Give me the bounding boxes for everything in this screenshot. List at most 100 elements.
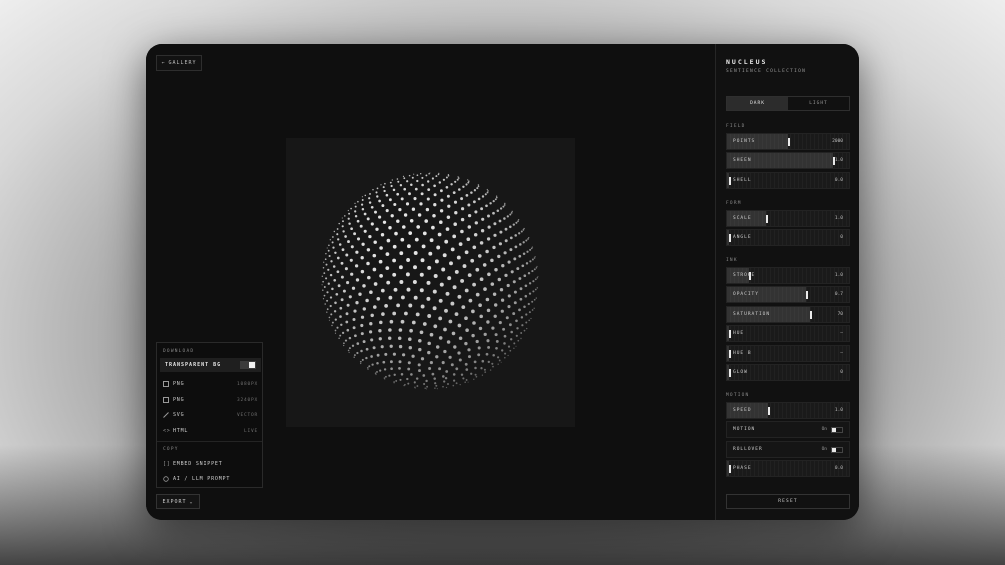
sphere-dot [461, 305, 466, 309]
export-button[interactable]: EXPORT ⌄ [156, 494, 200, 509]
sphere-dot [403, 187, 407, 191]
sphere-dot [406, 258, 411, 262]
sphere-dot [486, 188, 488, 191]
sphere-dot [394, 231, 398, 236]
artboard[interactable] [286, 138, 575, 427]
sphere-dot [403, 213, 408, 217]
sphere-dot [325, 253, 327, 255]
sphere-dot [528, 319, 531, 322]
slider-handle[interactable] [729, 465, 731, 473]
sphere-dot [442, 178, 446, 181]
copy-embed-snippet[interactable]: [] EMBED SNIPPET [163, 459, 258, 469]
sphere-dot [462, 185, 465, 188]
sphere-dot [398, 344, 403, 349]
sphere-dot [416, 385, 419, 387]
toggle-motion[interactable]: MOTION On [726, 421, 850, 438]
sphere-dot [455, 367, 459, 371]
slider-handle[interactable] [729, 369, 731, 377]
sphere-dot [396, 178, 399, 180]
item-label: HTML [173, 428, 189, 434]
sphere-dot [376, 353, 380, 357]
sphere-dot [464, 341, 468, 346]
slider-handle[interactable] [806, 291, 808, 299]
slider-handle[interactable] [729, 234, 731, 242]
sphere-dot [384, 304, 388, 308]
slider-stroke[interactable]: STROKE 1.0 [726, 267, 850, 284]
sphere-dot [492, 199, 495, 203]
sphere-dot [487, 272, 491, 277]
sphere-dot [445, 185, 449, 189]
sphere-dot [479, 314, 483, 319]
sphere-dot [534, 256, 536, 258]
sphere-dot [413, 265, 417, 270]
sphere-dot [438, 298, 443, 303]
sphere-dot [354, 334, 357, 338]
slider-points[interactable]: POINTS 2000 [726, 133, 850, 150]
sphere-dot [345, 312, 349, 316]
slider-scale[interactable]: SCALE 1.0 [726, 210, 850, 227]
sphere-dot [389, 319, 394, 324]
sphere-dot [522, 229, 525, 231]
slider-handle[interactable] [729, 177, 731, 185]
sphere-dot [412, 280, 417, 284]
sphere-dot [418, 369, 421, 373]
sphere-dot [409, 219, 414, 223]
transparent-bg-toggle[interactable] [240, 361, 256, 369]
slider-shell[interactable]: SHELL 0.0 [726, 172, 850, 189]
sphere-dot [486, 191, 489, 194]
slider-glow[interactable]: GLOW 0 [726, 364, 850, 381]
sphere-dot [334, 329, 337, 332]
sphere-dot [407, 382, 410, 385]
sphere-dot [497, 363, 499, 365]
download-png-3240[interactable]: PNG 3240PX [163, 395, 258, 405]
download-html[interactable]: <> HTML LIVE [163, 426, 258, 436]
sphere-dot [333, 230, 335, 233]
sphere-dot [528, 292, 532, 295]
sphere-dot [385, 193, 389, 197]
toggle-rollover[interactable]: ROLLOVER On [726, 441, 850, 458]
rollover-switch[interactable] [831, 447, 843, 453]
sphere-dot [512, 280, 516, 284]
slider-handle[interactable] [766, 215, 768, 223]
slider-saturation[interactable]: SATURATION 70 [726, 306, 850, 323]
sphere-dot [375, 227, 379, 231]
sphere-dot [330, 313, 333, 316]
sphere-dot [411, 354, 415, 358]
sphere-dot [493, 303, 498, 307]
download-svg[interactable]: SVG VECTOR [163, 410, 258, 420]
sphere-dot [339, 306, 343, 310]
sphere-dot [467, 213, 472, 218]
sphere-dot [375, 373, 377, 376]
slider-speed[interactable]: SPEED 1.0 [726, 402, 850, 419]
slider-phase[interactable]: PHASE 0.0 [726, 460, 850, 477]
slider-handle[interactable] [729, 330, 731, 338]
theme-light-button[interactable]: LIGHT [788, 97, 849, 110]
slider-label: HUE B [733, 351, 752, 356]
slider-handle[interactable] [729, 350, 731, 358]
transparent-bg-row[interactable]: TRANSPARENT BG [160, 358, 261, 372]
sphere-dot [467, 355, 472, 359]
sphere-dot [507, 294, 511, 298]
download-png-1080[interactable]: PNG 1080PX [163, 379, 258, 389]
sphere-dot [490, 282, 495, 286]
slider-hue-b[interactable]: HUE B — [726, 345, 850, 362]
slider-opacity[interactable]: OPACITY 0.7 [726, 286, 850, 303]
reset-button[interactable]: RESET [726, 494, 850, 509]
slider-handle[interactable] [768, 407, 770, 415]
slider-handle[interactable] [810, 311, 812, 319]
sphere-dot [427, 350, 431, 355]
slider-hue[interactable]: HUE — [726, 325, 850, 342]
slider-sheen[interactable]: SHEEN 1.0 [726, 152, 850, 169]
slider-angle[interactable]: ANGLE 0 [726, 229, 850, 246]
theme-dark-button[interactable]: DARK [727, 97, 788, 110]
slider-handle[interactable] [788, 138, 790, 146]
sphere-dot [445, 176, 448, 179]
copy-ai-prompt[interactable]: AI / LLM PROMPT [163, 474, 258, 484]
gallery-button[interactable]: ← GALLERY [156, 55, 202, 71]
sphere-dot [471, 333, 475, 338]
sphere-dot [360, 269, 365, 274]
sphere-dot [460, 197, 464, 201]
motion-switch[interactable] [831, 427, 843, 433]
sphere-dot [342, 220, 344, 223]
slider-label: SCALE [733, 216, 752, 221]
